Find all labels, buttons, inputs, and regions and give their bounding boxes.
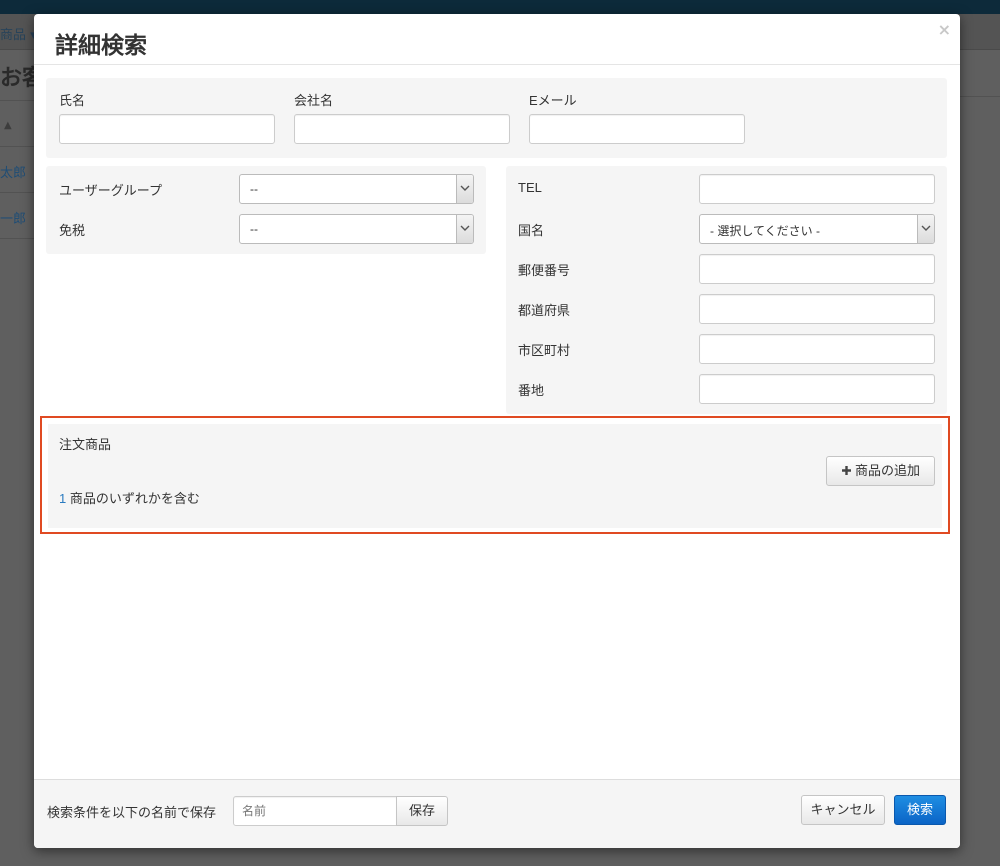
save-button[interactable]: 保存 [396,796,448,826]
order-products-panel: 注文商品 1 商品のいずれかを含む 商品の追加 [48,424,942,528]
background-customer-link: 一郎 [0,212,27,227]
order-products-highlight: 注文商品 1 商品のいずれかを含む 商品の追加 [40,416,950,534]
modal-title: 詳細検索 [55,33,147,59]
tax-exempt-value: -- [250,222,258,236]
save-name-input[interactable] [233,796,397,826]
order-products-label: 注文商品 [59,437,112,452]
chevron-down-icon [917,215,934,243]
user-group-value: -- [250,182,258,196]
company-input[interactable] [294,114,510,144]
zip-label: 郵便番号 [518,263,571,278]
background-customer-link: 太郎 [0,166,27,181]
background-divider [960,96,1000,97]
state-label: 都道府県 [518,303,571,318]
product-condition[interactable]: 1 商品のいずれかを含む [59,488,200,507]
address-panel: TEL 国名 - 選択してください - 郵便番号 都道府県 市区町村 番地 [506,166,947,414]
basic-search-panel: 氏名 会社名 Eメール [46,78,947,158]
chevron-down-icon [456,175,473,203]
save-criteria-label: 検索条件を以下の名前で保存 [47,805,217,820]
plus-icon [841,458,852,486]
background-divider [0,238,34,239]
cancel-button[interactable]: キャンセル [801,795,885,825]
user-group-label: ユーザーグループ [59,183,162,198]
add-product-button[interactable]: 商品の追加 [826,456,935,486]
sort-up-icon: ▲ [4,120,12,131]
country-label: 国名 [518,223,545,238]
zip-input[interactable] [699,254,935,284]
modal-header: 詳細検索 × [34,14,960,65]
address-label: 番地 [518,383,545,398]
country-select[interactable]: - 選択してください - [699,214,935,244]
product-count[interactable]: 1 [59,491,66,506]
tax-exempt-label: 免税 [59,223,86,238]
background-topbar [0,0,1000,14]
user-group-select[interactable]: -- [239,174,474,204]
tel-input[interactable] [699,174,935,204]
chevron-down-icon [456,215,473,243]
city-input[interactable] [699,334,935,364]
city-label: 市区町村 [518,343,571,358]
tax-exempt-select[interactable]: -- [239,214,474,244]
tel-label: TEL [518,180,542,195]
state-input[interactable] [699,294,935,324]
background-nav-item-products: 商品 ▾ [0,28,37,43]
product-condition-text: 商品のいずれかを含む [69,491,200,506]
company-label: 会社名 [294,93,334,108]
email-input[interactable] [529,114,745,144]
background-divider [0,100,34,101]
search-button[interactable]: 検索 [894,795,946,825]
modal-footer: 検索条件を以下の名前で保存 保存 キャンセル 検索 [34,779,960,848]
email-label: Eメール [529,93,577,108]
background-divider [0,192,34,193]
background-divider [0,146,34,147]
country-value: - 選択してください - [710,224,820,238]
name-label: 氏名 [59,93,86,108]
advanced-search-modal: 詳細検索 × 氏名 会社名 Eメール ユーザーグループ -- 免税 -- TEL [34,14,960,848]
address-input[interactable] [699,374,935,404]
add-product-label: 商品の追加 [854,463,920,478]
close-icon[interactable]: × [938,20,951,39]
name-input[interactable] [59,114,275,144]
group-panel: ユーザーグループ -- 免税 -- [46,166,486,254]
